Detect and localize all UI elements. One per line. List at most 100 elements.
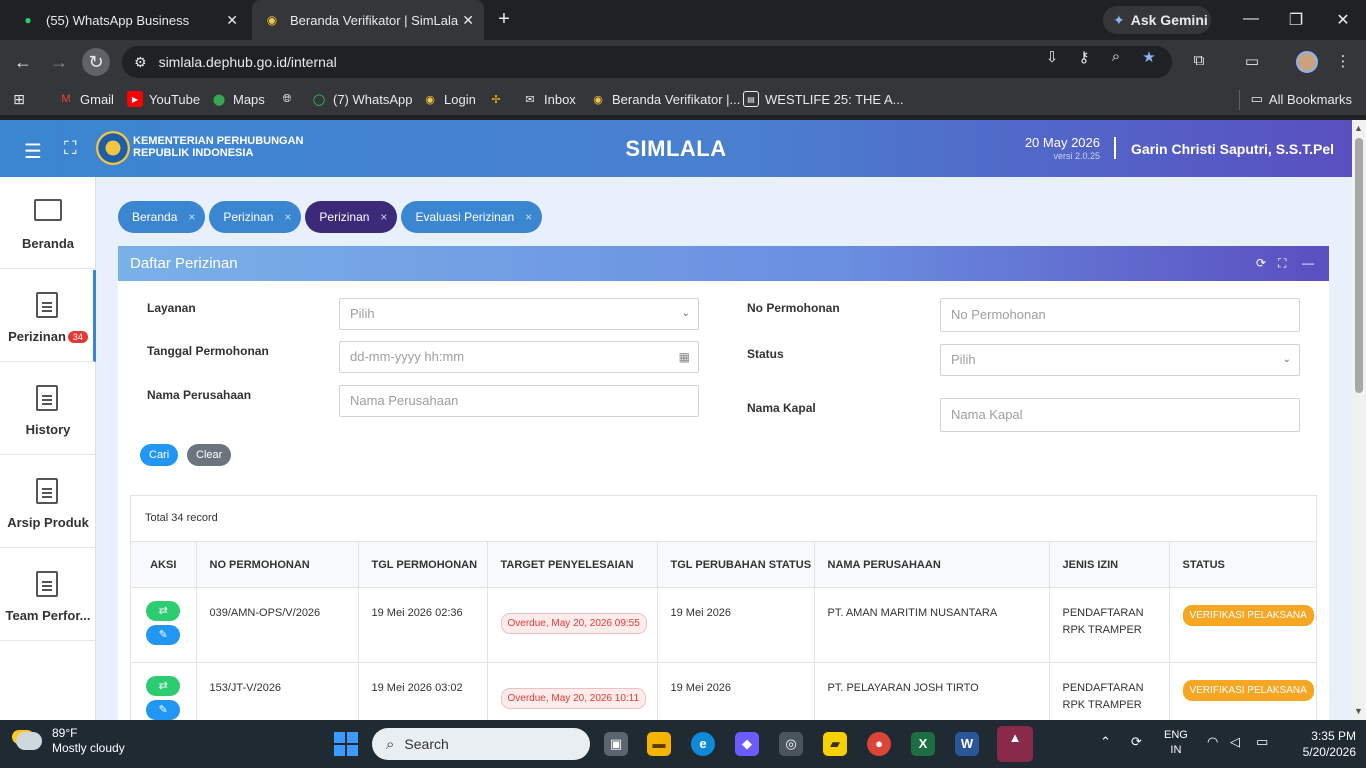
panel-title: Daftar Perizinan bbox=[130, 255, 238, 272]
document-icon bbox=[36, 478, 58, 504]
close-icon[interactable]: × bbox=[380, 210, 387, 224]
ask-gemini-button[interactable]: ✦ Ask Gemini bbox=[1103, 6, 1211, 34]
edit-icon[interactable]: ✎ bbox=[146, 625, 181, 645]
profile-avatar[interactable] bbox=[1296, 51, 1318, 73]
close-window-icon[interactable]: ✕ bbox=[1333, 10, 1353, 30]
language-indicator[interactable]: ENG IN bbox=[1164, 728, 1188, 758]
tray-overflow-icon[interactable]: ⌃ bbox=[1100, 734, 1111, 750]
page-scrollbar[interactable]: ▲ ▼ bbox=[1352, 120, 1366, 720]
task-view-icon[interactable]: ▣ bbox=[604, 732, 628, 756]
breadcrumb-beranda[interactable]: Beranda × bbox=[118, 201, 206, 233]
close-tab-icon[interactable]: ✕ bbox=[226, 12, 238, 29]
weather-widget[interactable]: 89°F Mostly cloudy bbox=[16, 726, 125, 756]
sticky-notes-icon[interactable]: ▰ bbox=[823, 732, 847, 756]
bookmark-whatsapp[interactable]: ◯ (7) WhatsApp bbox=[311, 91, 413, 107]
close-icon[interactable]: × bbox=[525, 210, 532, 224]
status-badge: VERIFIKASI PELAKSANA bbox=[1182, 680, 1314, 701]
weather-condition: Mostly cloudy bbox=[52, 741, 125, 755]
chrome-icon[interactable]: ● bbox=[867, 732, 891, 756]
close-icon[interactable]: × bbox=[284, 210, 291, 224]
start-button[interactable] bbox=[334, 732, 358, 756]
ministry-logo-icon: ◉ bbox=[593, 93, 603, 106]
sidebar-item-beranda[interactable]: Beranda bbox=[0, 177, 96, 269]
word-icon[interactable]: W bbox=[955, 732, 979, 756]
close-icon[interactable]: × bbox=[188, 210, 195, 224]
user-name[interactable]: Garin Christi Saputri, S.S.T.Pel bbox=[1131, 141, 1334, 157]
back-icon[interactable]: ← bbox=[11, 50, 35, 74]
all-bookmarks-button[interactable]: ▭ All Bookmarks bbox=[1251, 91, 1352, 107]
volume-icon[interactable]: ◁ bbox=[1230, 734, 1240, 750]
clear-button[interactable]: Clear bbox=[187, 444, 232, 466]
maximize-icon[interactable]: ❐ bbox=[1286, 10, 1306, 30]
copilot-icon[interactable]: ◆ bbox=[735, 732, 759, 756]
excel-icon[interactable]: X bbox=[911, 732, 935, 756]
site-info-icon[interactable]: ⚙ bbox=[134, 54, 147, 71]
nama-perusahaan-input[interactable]: Nama Perusahaan bbox=[339, 385, 699, 417]
breadcrumb-perizinan-active[interactable]: Perizinan × bbox=[305, 201, 398, 233]
layanan-select[interactable]: Pilih ⌄ bbox=[339, 298, 699, 330]
sidebar-item-team-performance[interactable]: Team Perfor... bbox=[0, 549, 96, 641]
gemini-icon: ✦ bbox=[1113, 11, 1125, 28]
url-text[interactable]: simlala.dephub.go.id/internal bbox=[159, 54, 337, 70]
forward-icon[interactable]: → bbox=[47, 50, 71, 74]
no-permohonan-input[interactable]: No Permohonan bbox=[940, 298, 1300, 332]
edit-icon[interactable]: ✎ bbox=[146, 700, 181, 720]
bookmark-gmail[interactable]: M Gmail bbox=[58, 91, 114, 107]
bookmark-beranda[interactable]: ◉ Beranda Verifikator |... bbox=[590, 91, 740, 107]
file-explorer-icon[interactable]: ▬ bbox=[647, 732, 671, 756]
nama-kapal-input[interactable]: Nama Kapal bbox=[940, 398, 1300, 432]
minimize-icon[interactable]: — bbox=[1241, 10, 1261, 28]
active-app-icon[interactable]: ▲ bbox=[997, 726, 1033, 762]
camera-icon[interactable]: ◎ bbox=[779, 732, 803, 756]
close-tab-icon[interactable]: ✕ bbox=[462, 12, 474, 29]
layanan-label: Layanan bbox=[147, 301, 196, 315]
reload-icon[interactable]: ↻ bbox=[84, 50, 108, 74]
sidebar-item-perizinan[interactable]: Perizinan 34 bbox=[0, 270, 96, 362]
breadcrumb-perizinan[interactable]: Perizinan × bbox=[209, 201, 302, 233]
bookmark-youtube[interactable]: ▶ YouTube bbox=[127, 91, 200, 107]
address-bar[interactable]: ⚙ simlala.dephub.go.id/internal bbox=[122, 46, 1172, 78]
taskbar-search[interactable]: ⌕ Search bbox=[372, 728, 590, 760]
bookmark-maps[interactable]: ⬤ Maps bbox=[211, 91, 265, 107]
wifi-icon[interactable]: ◠ bbox=[1207, 734, 1218, 750]
bookmark-login[interactable]: ◉ Login bbox=[422, 91, 476, 107]
status-select[interactable]: Pilih ⌄ bbox=[940, 344, 1300, 376]
tab-simlala[interactable]: ◉ Beranda Verifikator | SimLala ✕ bbox=[252, 0, 484, 40]
new-tab-button[interactable]: + bbox=[492, 8, 516, 32]
breadcrumb-evaluasi-perizinan[interactable]: Evaluasi Perizinan × bbox=[401, 201, 543, 233]
whatsapp-icon: ● bbox=[24, 13, 32, 27]
breadcrumb: Beranda × Perizinan × Perizinan × Evaluasi … bbox=[118, 201, 543, 233]
menu-kebab-icon[interactable]: ⋮ bbox=[1333, 52, 1353, 70]
bookmark-inbox[interactable]: ✉ Inbox bbox=[522, 91, 575, 107]
expand-icon[interactable]: ⛶ bbox=[1278, 246, 1286, 281]
bookmark-westlife[interactable]: ▤ WESTLIFE 25: THE A... bbox=[743, 91, 903, 107]
scroll-down-icon[interactable]: ▼ bbox=[1354, 706, 1363, 716]
transfer-icon[interactable]: ⇄ bbox=[146, 601, 181, 621]
tab-whatsapp-business[interactable]: ● (55) WhatsApp Business ✕ bbox=[8, 0, 248, 40]
tanggal-permohonan-input[interactable]: dd-mm-yyyy hh:mm ▦ bbox=[339, 341, 699, 373]
install-app-icon[interactable]: ⇩ bbox=[1042, 48, 1062, 66]
password-key-icon[interactable]: ⚷ bbox=[1074, 48, 1094, 66]
bookmark-globe[interactable]: 🌐︎ bbox=[279, 91, 301, 107]
transfer-icon[interactable]: ⇄ bbox=[146, 676, 181, 696]
zoom-icon[interactable]: ⌕ bbox=[1106, 48, 1126, 65]
apps-grid-icon[interactable]: ⊞ bbox=[11, 91, 33, 107]
sidebar-item-arsip-produk[interactable]: Arsip Produk bbox=[0, 456, 96, 548]
tab-search-icon[interactable]: ▭ bbox=[1242, 52, 1262, 70]
sidebar-item-history[interactable]: History bbox=[0, 363, 96, 455]
battery-icon[interactable]: ▭ bbox=[1256, 734, 1268, 750]
refresh-icon[interactable]: ⟳ bbox=[1256, 246, 1266, 281]
bookmark-star-icon[interactable]: ★ bbox=[1139, 48, 1159, 66]
scroll-thumb[interactable] bbox=[1355, 138, 1363, 393]
extensions-icon[interactable]: ⧉ bbox=[1189, 52, 1209, 69]
system-clock[interactable]: 3:35 PM 5/20/2026 bbox=[1300, 728, 1356, 760]
collapse-icon[interactable]: — bbox=[1302, 246, 1314, 281]
scroll-up-icon[interactable]: ▲ bbox=[1354, 123, 1363, 133]
status-cell: VERIFIKASI PELAKSANA bbox=[1169, 587, 1316, 663]
bookmark-pinwheel[interactable]: ✢ bbox=[488, 91, 510, 107]
column-header: JENIS IZIN bbox=[1049, 541, 1170, 588]
sync-icon[interactable]: ⟳ bbox=[1131, 734, 1142, 750]
sidebar-item-label: Beranda bbox=[21, 236, 75, 251]
edge-icon[interactable]: e bbox=[691, 732, 715, 756]
cari-button[interactable]: Cari bbox=[140, 444, 179, 466]
